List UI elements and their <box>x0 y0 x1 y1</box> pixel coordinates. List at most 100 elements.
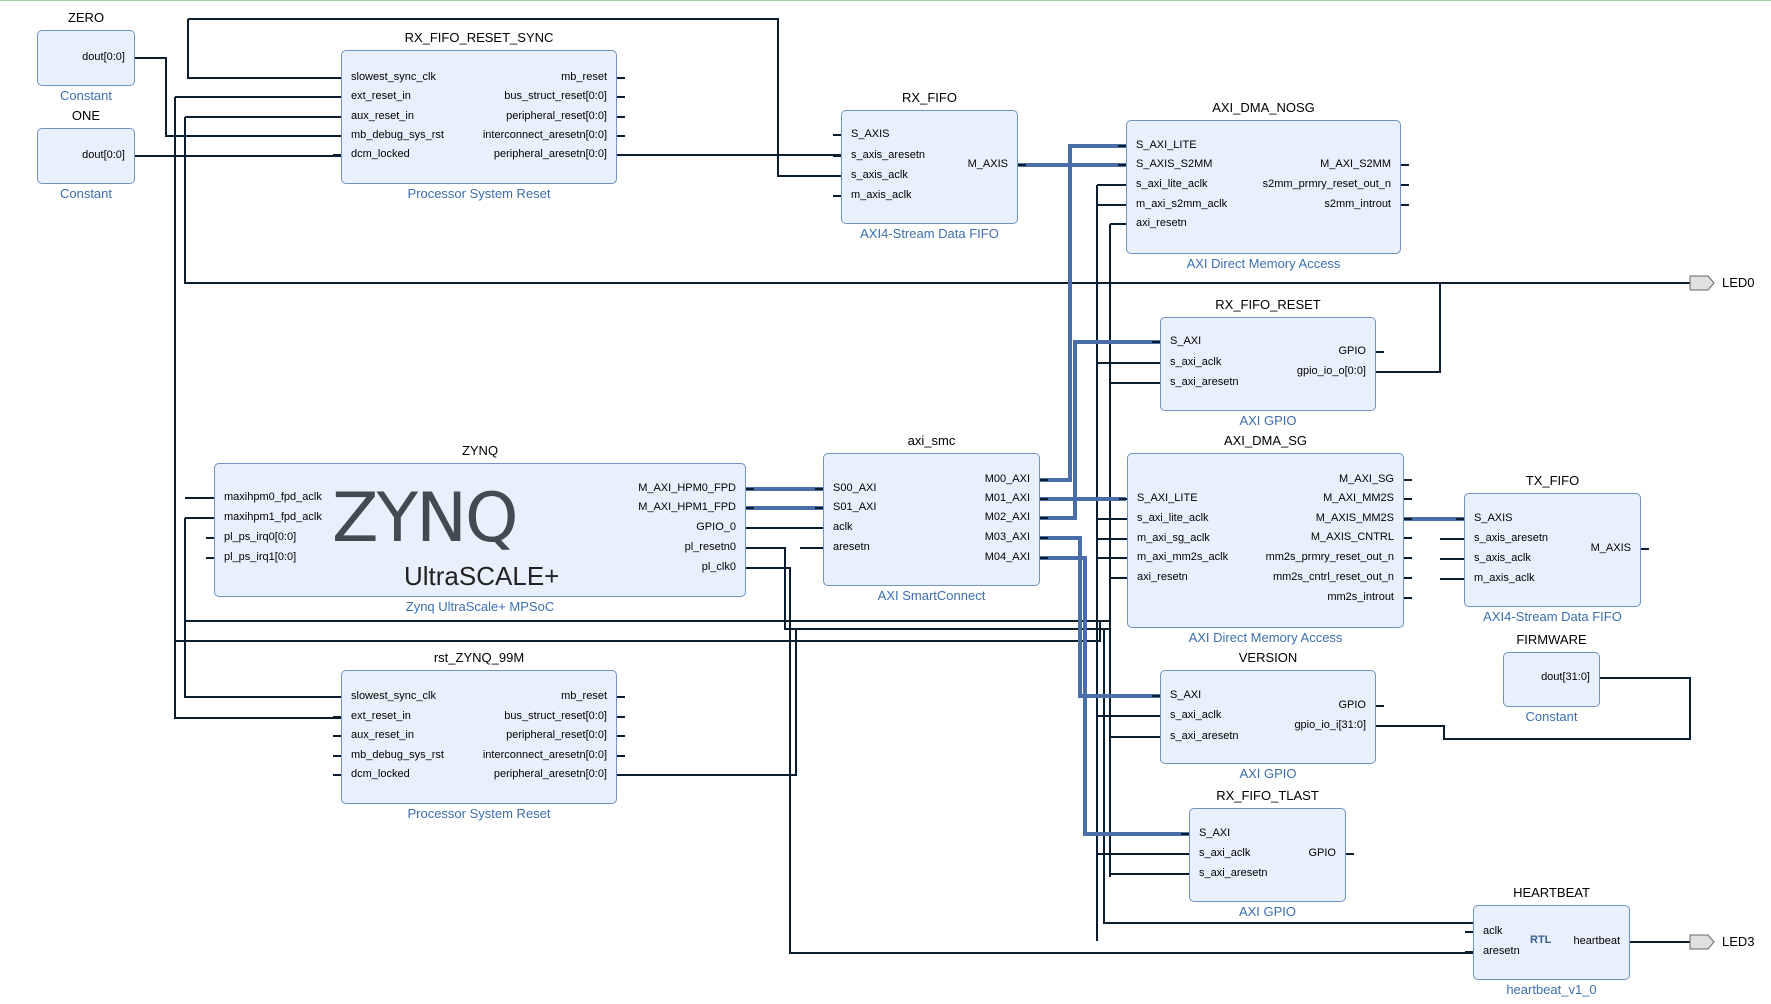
zynq-port-pl-ps-irq0-0-0-[interactable]: pl_ps_irq0[0:0] <box>224 531 296 544</box>
axi_dma_sg-port-s-axi-lite[interactable]: S_AXI_LITE <box>1137 492 1198 505</box>
external-port-led0[interactable]: LED0 <box>1722 275 1755 290</box>
zynq-port-maxihpm0-fpd-aclk[interactable]: maxihpm0_fpd_aclk <box>224 491 322 504</box>
rx_fifo_reset_sync-port-interconnect-aresetn-0-0-[interactable]: interconnect_aresetn[0:0] <box>427 129 607 142</box>
firmware-ip-name: Constant <box>1525 709 1578 724</box>
axi_dma_nosg-port-s-axis-s2mm[interactable]: S_AXIS_S2MM <box>1136 158 1212 171</box>
axi_dma_sg-port-mm2s-introut[interactable]: mm2s_introut <box>1214 591 1394 604</box>
axi_dma_sg-port-s-axi-lite-aclk[interactable]: s_axi_lite_aclk <box>1137 512 1209 525</box>
zynq-instance-name: ZYNQ <box>461 443 499 458</box>
external-port-icon <box>1689 275 1715 291</box>
net-wire <box>617 628 1110 776</box>
axi_dma_sg-port-m-axis-cntrl[interactable]: M_AXIS_CNTRL <box>1214 531 1394 544</box>
axi_smc-port-m03-axi[interactable]: M03_AXI <box>850 531 1030 544</box>
axi_dma_nosg-ip-name: AXI Direct Memory Access <box>1186 256 1341 271</box>
heartbeat-instance-name: HEARTBEAT <box>1513 885 1590 900</box>
tx_fifo-ip-name: AXI4-Stream Data FIFO <box>1483 609 1622 624</box>
tx_fifo-instance-name: TX_FIFO <box>1525 473 1580 488</box>
firmware-port-dout-31-0-[interactable]: dout[31:0] <box>1410 671 1590 684</box>
rst_zynq-port-dcm-locked[interactable]: dcm_locked <box>351 768 410 781</box>
block-design-canvas[interactable]: ZERO Constant dout[0:0] ONE Constant dout[0:0… <box>0 0 1771 1003</box>
zynq-port-pl-ps-irq1-0-0-[interactable]: pl_ps_irq1[0:0] <box>224 551 296 564</box>
rst_zynq-port-ext-reset-in[interactable]: ext_reset_in <box>351 710 411 723</box>
rx_fifo_tlast-port-s-axi-aresetn[interactable]: s_axi_aresetn <box>1199 867 1268 880</box>
rst_zynq-port-interconnect-aresetn-0-0-[interactable]: interconnect_aresetn[0:0] <box>427 749 607 762</box>
rtl-badge-text: RTL <box>1530 934 1552 946</box>
axi_smc-port-m00-axi[interactable]: M00_AXI <box>850 473 1030 486</box>
tx_fifo-port-s-axis[interactable]: S_AXIS <box>1474 512 1513 525</box>
rx_fifo_reset-port-gpio[interactable]: GPIO <box>1186 345 1366 358</box>
axi_dma_nosg-instance-name: AXI_DMA_NOSG <box>1212 100 1315 115</box>
axi_dma_nosg-port-m-axi-s2mm[interactable]: M_AXI_S2MM <box>1211 158 1391 171</box>
rst_zynq-port-peripheral-aresetn-0-0-[interactable]: peripheral_aresetn[0:0] <box>427 768 607 781</box>
rx_fifo_tlast-port-gpio[interactable]: GPIO <box>1156 847 1336 860</box>
zynq-port-maxihpm1-fpd-aclk[interactable]: maxihpm1_fpd_aclk <box>224 511 322 524</box>
rx_fifo_reset-ip-name: AXI GPIO <box>1239 413 1297 428</box>
rx_fifo_reset_sync-port-bus-struct-reset-0-0-[interactable]: bus_struct_reset[0:0] <box>427 90 607 103</box>
rx_fifo_reset_sync-port-slowest-sync-clk[interactable]: slowest_sync_clk <box>351 71 436 84</box>
version-port-gpio[interactable]: GPIO <box>1186 699 1366 712</box>
version-instance-name: VERSION <box>1238 650 1298 665</box>
rst_zynq-instance-name: rst_ZYNQ_99M <box>433 650 525 665</box>
zynq-port-m-axi-hpm1-fpd[interactable]: M_AXI_HPM1_FPD <box>556 501 736 514</box>
rx_fifo-port-m-axis-aclk[interactable]: m_axis_aclk <box>851 189 912 202</box>
one-ip-name: Constant <box>59 186 113 201</box>
external-port-led3[interactable]: LED3 <box>1722 934 1755 949</box>
axi_dma_sg-port-mm2s-cntrl-reset-out-n[interactable]: mm2s_cntrl_reset_out_n <box>1214 571 1394 584</box>
rx_fifo_reset-port-gpio-io-o-0-0-[interactable]: gpio_io_o[0:0] <box>1186 365 1366 378</box>
zero-instance-name: ZERO <box>67 10 105 25</box>
axi_smc-port-m02-axi[interactable]: M02_AXI <box>850 511 1030 524</box>
zynq-logo-text: ZYNQ <box>332 479 519 558</box>
axi_dma_sg-port-m-axi-sg[interactable]: M_AXI_SG <box>1214 473 1394 486</box>
rst_zynq-port-bus-struct-reset-0-0-[interactable]: bus_struct_reset[0:0] <box>427 710 607 723</box>
rx_fifo-port-s-axis[interactable]: S_AXIS <box>851 128 890 141</box>
axi_smc-port-m01-axi[interactable]: M01_AXI <box>850 492 1030 505</box>
zero-port-dout-0-0-[interactable]: dout[0:0] <box>0 51 125 64</box>
tx_fifo-port-m-axis[interactable]: M_AXIS <box>1451 542 1631 555</box>
zynq-port-gpio-0[interactable]: GPIO_0 <box>556 521 736 534</box>
zero-ip-name: Constant <box>59 88 113 103</box>
rst_zynq-port-aux-reset-in[interactable]: aux_reset_in <box>351 729 414 742</box>
one-instance-name: ONE <box>71 108 101 123</box>
axi_dma_nosg-port-s-axi-lite-aclk[interactable]: s_axi_lite_aclk <box>1136 178 1208 191</box>
rst_zynq-ip-name: Processor System Reset <box>407 806 551 821</box>
zynq-port-m-axi-hpm0-fpd[interactable]: M_AXI_HPM0_FPD <box>556 482 736 495</box>
rx_fifo_tlast-ip-name: AXI GPIO <box>1238 904 1297 919</box>
rx_fifo_reset_sync-port-peripheral-reset-0-0-[interactable]: peripheral_reset[0:0] <box>427 110 607 123</box>
rx_fifo_reset_sync-instance-name: RX_FIFO_RESET_SYNC <box>404 30 554 45</box>
axi_smc-ip-name: AXI SmartConnect <box>877 588 986 603</box>
rx_fifo_tlast-port-s-axi[interactable]: S_AXI <box>1199 827 1230 840</box>
axi_dma_sg-port-mm2s-prmry-reset-out-n[interactable]: mm2s_prmry_reset_out_n <box>1214 551 1394 564</box>
axi_dma_sg-port-m-axi-sg-aclk[interactable]: m_axi_sg_aclk <box>1137 532 1210 545</box>
rx_fifo_reset_sync-port-ext-reset-in[interactable]: ext_reset_in <box>351 90 411 103</box>
bus-connection <box>1040 144 1126 482</box>
axi_dma_sg-port-axi-resetn[interactable]: axi_resetn <box>1137 571 1188 584</box>
tx_fifo-port-m-axis-aclk[interactable]: m_axis_aclk <box>1474 572 1535 585</box>
rx_fifo-ip-name: AXI4-Stream Data FIFO <box>860 226 999 241</box>
rx_fifo_reset_sync-port-peripheral-aresetn-0-0-[interactable]: peripheral_aresetn[0:0] <box>427 148 607 161</box>
zynq-port-pl-resetn0[interactable]: pl_resetn0 <box>556 541 736 554</box>
axi_dma_nosg-port-s2mm-prmry-reset-out-n[interactable]: s2mm_prmry_reset_out_n <box>1211 178 1391 191</box>
rx_fifo-port-m-axis[interactable]: M_AXIS <box>828 158 1008 171</box>
rx_fifo_reset_sync-port-dcm-locked[interactable]: dcm_locked <box>351 148 410 161</box>
net-wire <box>175 621 1101 642</box>
rx_fifo_reset_sync-port-aux-reset-in[interactable]: aux_reset_in <box>351 110 414 123</box>
rst_zynq-port-peripheral-reset-0-0-[interactable]: peripheral_reset[0:0] <box>427 729 607 742</box>
axi_smc-port-m04-axi[interactable]: M04_AXI <box>850 551 1030 564</box>
rst_zynq-port-mb-reset[interactable]: mb_reset <box>427 690 607 703</box>
zynq-port-pl-clk0[interactable]: pl_clk0 <box>556 561 736 574</box>
axi_dma_sg-port-m-axis-mm2s[interactable]: M_AXIS_MM2S <box>1214 512 1394 525</box>
zynq-ip-name: Zynq UltraScale+ MPSoC <box>405 599 555 614</box>
one-port-dout-0-0-[interactable]: dout[0:0] <box>0 149 125 162</box>
heartbeat-ip-name: heartbeat_v1_0 <box>1506 982 1597 997</box>
axi_dma_sg-ip-name: AXI Direct Memory Access <box>1188 630 1343 645</box>
axi_dma_nosg-port-s-axi-lite[interactable]: S_AXI_LITE <box>1136 139 1197 152</box>
axi_dma_sg-port-m-axi-mm2s[interactable]: M_AXI_MM2S <box>1214 492 1394 505</box>
version-port-gpio-io-i-31-0-[interactable]: gpio_io_i[31:0] <box>1186 719 1366 732</box>
axi_dma_nosg-port-s2mm-introut[interactable]: s2mm_introut <box>1211 198 1391 211</box>
net-wire <box>187 19 341 79</box>
rx_fifo_tlast-instance-name: RX_FIFO_TLAST <box>1216 788 1319 803</box>
rx_fifo_reset_sync-port-mb-reset[interactable]: mb_reset <box>427 71 607 84</box>
axi_dma_nosg-port-axi-resetn[interactable]: axi_resetn <box>1136 217 1187 230</box>
rst_zynq-port-slowest-sync-clk[interactable]: slowest_sync_clk <box>351 690 436 703</box>
rx_fifo-instance-name: RX_FIFO <box>902 90 957 105</box>
